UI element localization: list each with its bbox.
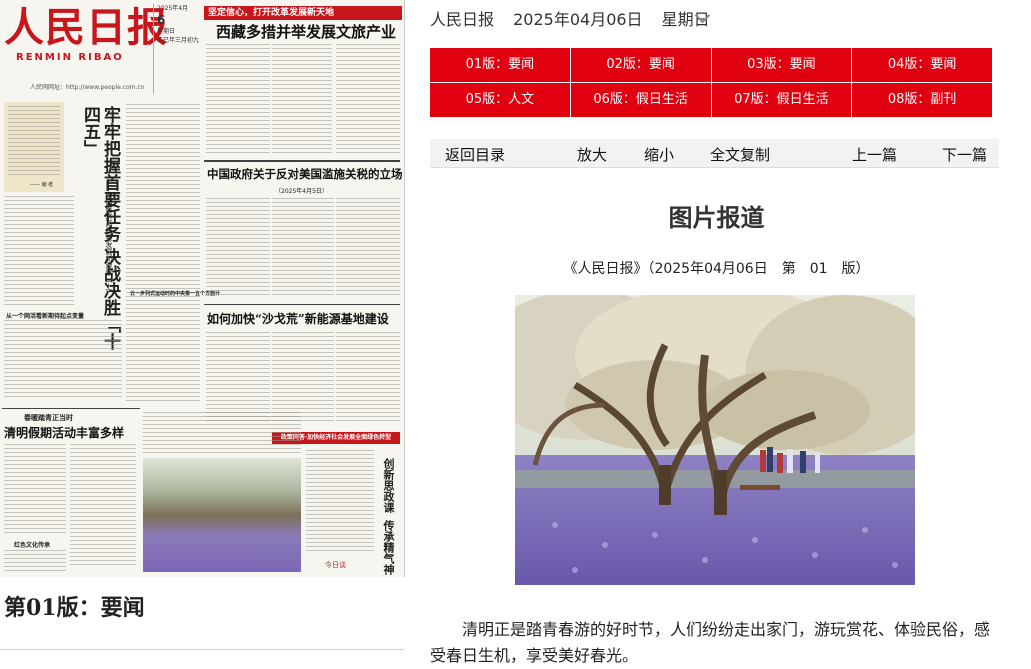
edition-link-03[interactable]: 03版：要闻 — [711, 48, 852, 82]
divider — [2, 408, 140, 409]
edition-link-05[interactable]: 05版：人文 — [430, 83, 570, 117]
edition-link-08[interactable]: 08版：副刊 — [852, 83, 992, 117]
edition-nav: 01版：要闻 02版：要闻 03版：要闻 04版：要闻 05版：人文 06版：假… — [430, 48, 992, 117]
divider — [204, 160, 400, 162]
text-block — [336, 44, 400, 156]
zoom-out-button[interactable]: 缩小 — [644, 144, 674, 165]
text-block — [4, 550, 66, 572]
headline-policy: 中国政府关于反对美国滥施关税的立场 — [207, 167, 403, 181]
divider — [204, 304, 400, 305]
text-block — [272, 332, 334, 424]
edition-link-07[interactable]: 07版：假日生活 — [711, 83, 852, 117]
text-block — [70, 444, 136, 568]
headline-qingming: 清明假期活动丰富多样 — [4, 426, 125, 440]
paper-name: 人民日报 — [430, 10, 495, 29]
issue-date: 2025年4月 — [157, 5, 189, 12]
lead-headline: 牢牢把握首要任务 决战决胜「十四五」 — [80, 106, 120, 350]
edition-link-01[interactable]: 01版：要闻 — [430, 48, 570, 82]
tag-banner: 坚定信心，打开改革发展新天地 — [204, 6, 402, 20]
mini-photo — [143, 458, 301, 572]
text-block — [336, 198, 400, 298]
text-block — [4, 444, 66, 534]
issue-date-label: 2025年04月06日 — [513, 10, 643, 29]
page-caption: 第01版：要闻 — [4, 595, 145, 621]
text-block — [206, 332, 270, 424]
headline-energy: 如何加快“沙戈荒”新能源基地建设 — [207, 312, 389, 326]
back-to-index-button[interactable]: 返回目录 — [445, 144, 505, 165]
side-headline-1: 创新思政课 — [382, 458, 395, 513]
issue-day: 6 — [157, 13, 166, 27]
edition-link-06[interactable]: 06版：假日生活 — [570, 83, 711, 117]
text-block — [336, 332, 400, 424]
article-source: 《人民日报》（2025年04月06日 第 01 版） — [563, 261, 870, 277]
today-stamp: 今日谈 — [325, 561, 346, 569]
text-block — [272, 44, 332, 156]
text-block — [306, 450, 374, 554]
issue-info: 2025年4月 6 星期日 乙巳年三月初九 — [153, 4, 205, 94]
quote-author: —— 编 者 — [30, 182, 54, 188]
text-block — [272, 198, 334, 298]
next-article-button[interactable]: 下一篇 — [942, 144, 987, 165]
masthead-url: 人民网网址：http://www.people.com.cn — [30, 84, 145, 91]
zoom-in-button[interactable]: 放大 — [577, 144, 607, 165]
edition-link-04[interactable]: 04版：要闻 — [852, 48, 992, 82]
article-title: 图片报道 — [668, 204, 765, 232]
article-toolbar: 返回目录 放大 缩小 全文复制 上一篇 下一篇 — [430, 139, 999, 168]
photo-graphic — [515, 295, 915, 585]
headline-tibet: 西藏多措并举发展文旅产业 — [216, 23, 397, 41]
side-headline-2: 传承精气神 — [382, 520, 395, 575]
article-photo — [515, 295, 915, 585]
copy-all-button[interactable]: 全文复制 — [710, 144, 770, 165]
text-block — [4, 320, 122, 400]
text-block — [143, 412, 301, 454]
issue-weekday: 星期日 — [157, 28, 176, 35]
policy-date: （2025年4月5日） — [275, 188, 328, 195]
text-block — [126, 312, 200, 402]
divider — [0, 649, 404, 650]
issue-lunar: 乙巳年三月初九 — [157, 37, 200, 44]
prev-article-button[interactable]: 上一篇 — [852, 144, 897, 165]
text-block — [4, 196, 74, 306]
red-culture-subhead: 红色文化传承 — [14, 542, 51, 549]
section-subhead: 从一个网活看新期待起点变量 — [6, 313, 85, 320]
article-paragraph: 清明正是踏青春游的好时节，人们纷纷走出家门，游玩赏花、体验民俗，感受春日生机，享… — [430, 620, 991, 665]
text-block — [126, 104, 200, 309]
text-block — [206, 44, 270, 156]
newspaper-page-image[interactable]: 人民日报 RENMIN RIBAO 人民网网址：http://www.peopl… — [0, 0, 405, 577]
text-block — [8, 106, 60, 176]
qingming-kicker: 春暖踏青正当时 — [24, 414, 73, 422]
lead-subheadline: ——中国经济高质量发展新观察（上） — [105, 178, 113, 297]
edition-link-02[interactable]: 02版：要闻 — [570, 48, 711, 82]
text-block — [206, 198, 270, 298]
header-bar: 人民日报 2025年04月06日 星期日 — [430, 6, 724, 30]
